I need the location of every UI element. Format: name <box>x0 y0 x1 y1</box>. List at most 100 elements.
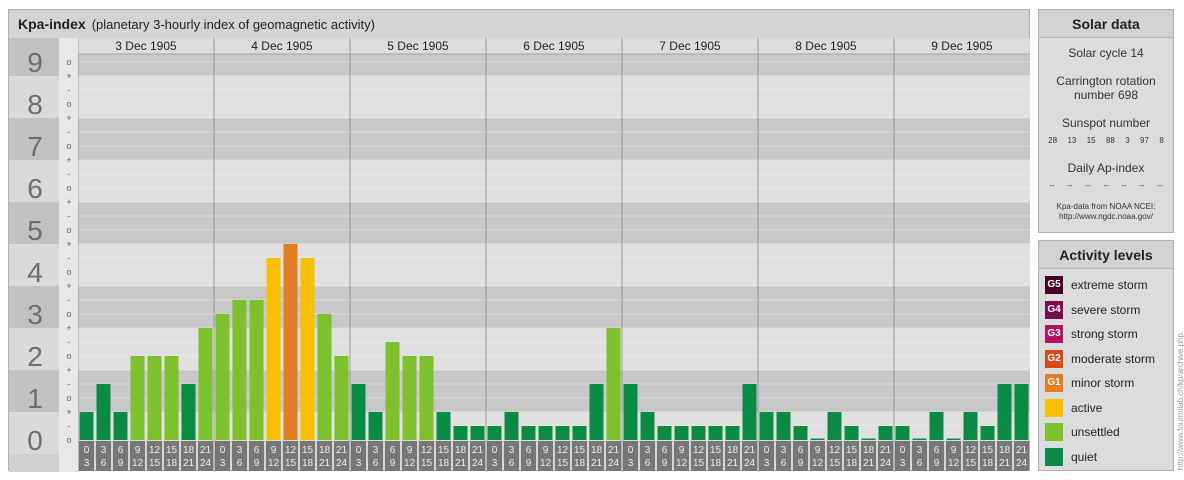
slot-end-label: 9 <box>798 458 804 469</box>
slot-end-label: 15 <box>829 458 841 469</box>
ap-values: -- -- -- -- -- -- -- <box>1039 181 1173 190</box>
kp-bar <box>538 426 553 440</box>
slot-start-label: 3 <box>509 445 515 456</box>
source-text: Kpa-data from NOAA NCEI: <box>1056 202 1156 211</box>
y-subtick: - <box>68 337 71 347</box>
y-subtick: + <box>66 71 71 81</box>
slot-start-label: 18 <box>319 445 331 456</box>
level-label: unsettled <box>1071 425 1120 440</box>
slot-end-label: 6 <box>781 458 787 469</box>
slot-start-label: 18 <box>591 445 603 456</box>
kp-bar <box>130 356 145 440</box>
ap-value-0: -- <box>1049 181 1055 190</box>
y-subtick: - <box>68 379 71 389</box>
sunspot-label: Sunspot number <box>1061 116 1151 130</box>
kp-bar <box>674 426 689 440</box>
slot-start-label: 9 <box>271 445 277 456</box>
kp-bar <box>368 411 383 440</box>
slot-end-label: 9 <box>254 458 260 469</box>
band-level-8 <box>78 75 1030 118</box>
slot-end-label: 18 <box>846 458 858 469</box>
y-subtick: - <box>68 295 71 305</box>
kp-bar <box>521 426 536 440</box>
level-swatch: G4 <box>1045 300 1063 319</box>
level-label: severe storm <box>1071 302 1141 317</box>
slot-start-label: 6 <box>390 445 396 456</box>
slot-end-label: 21 <box>999 458 1011 469</box>
slot-end-label: 6 <box>237 458 243 469</box>
kp-bar <box>946 438 961 440</box>
source-link[interactable]: http://www.ngdc.noaa.gov/ <box>1039 212 1173 222</box>
kp-bar <box>606 327 621 440</box>
slot-end-label: 3 <box>84 458 90 469</box>
slot-end-label: 21 <box>319 458 331 469</box>
slot-end-label: 12 <box>676 458 688 469</box>
slot-end-label: 15 <box>149 458 161 469</box>
y-tick-label: 1 <box>27 383 43 414</box>
chart-title-main: Kpa-index <box>18 16 86 32</box>
y-subtick: - <box>68 85 71 95</box>
solar-data-panel: Solar data Solar cycle 14 Carrington rot… <box>1038 9 1174 233</box>
y-subtick: o <box>66 57 71 67</box>
chart-title: Kpa-index (planetary 3-hourly index of ge… <box>18 16 375 32</box>
slot-end-label: 15 <box>693 458 705 469</box>
slot-start-label: 6 <box>254 445 260 456</box>
activity-levels-list: G5 extreme storm G4 severe storm G3 strong st… <box>1039 269 1173 469</box>
slot-start-label: 21 <box>472 445 484 456</box>
slot-end-label: 24 <box>336 458 348 469</box>
y-subtick: + <box>66 239 71 249</box>
ap-value-2: -- <box>1085 181 1091 190</box>
ap-label: Daily Ap-index <box>1067 161 1145 175</box>
slot-end-label: 18 <box>438 458 450 469</box>
y-subtick: + <box>66 407 71 417</box>
level-item-5: active <box>1039 396 1173 421</box>
kp-bar <box>572 426 587 440</box>
y-subtick: + <box>66 323 71 333</box>
kp-bar <box>232 300 247 440</box>
slot-end-label: 21 <box>727 458 739 469</box>
slot-start-label: 3 <box>917 445 923 456</box>
kp-bar <box>912 438 927 440</box>
y-subtick: + <box>66 365 71 375</box>
slot-start-label: 6 <box>934 445 940 456</box>
y-subtick: + <box>66 113 71 123</box>
ap-value-6: -- <box>1157 181 1163 190</box>
level-swatch <box>1045 423 1063 442</box>
slot-end-label: 9 <box>118 458 124 469</box>
level-item-6: unsettled <box>1039 420 1173 445</box>
slot-end-label: 3 <box>492 458 498 469</box>
slot-start-label: 15 <box>166 445 178 456</box>
y-tick-label: 8 <box>27 89 43 120</box>
day-label: 6 Dec 1905 <box>523 39 585 53</box>
chart-subtitle: (planetary 3-hourly index of geomagnetic… <box>91 17 375 32</box>
kp-bar <box>589 384 604 440</box>
y-subtick: + <box>66 281 71 291</box>
slot-start-label: 6 <box>118 445 124 456</box>
y-tick-label: 5 <box>27 215 43 246</box>
slot-end-label: 9 <box>662 458 668 469</box>
slot-start-label: 12 <box>149 445 161 456</box>
kp-bar <box>793 426 808 440</box>
slot-start-label: 18 <box>999 445 1011 456</box>
slot-end-label: 18 <box>710 458 722 469</box>
kp-bar <box>1014 384 1029 440</box>
slot-start-label: 21 <box>200 445 212 456</box>
day-label: 4 Dec 1905 <box>251 39 313 53</box>
slot-end-label: 18 <box>166 458 178 469</box>
slot-end-label: 15 <box>421 458 433 469</box>
slot-start-label: 6 <box>798 445 804 456</box>
slot-end-label: 6 <box>101 458 107 469</box>
slot-end-label: 3 <box>764 458 770 469</box>
y-subtick: o <box>66 183 71 193</box>
slot-start-label: 3 <box>781 445 787 456</box>
level-item-3: G2 moderate storm <box>1039 347 1173 372</box>
slot-end-label: 3 <box>220 458 226 469</box>
slot-start-label: 12 <box>965 445 977 456</box>
slot-end-label: 24 <box>880 458 892 469</box>
kp-bar <box>810 438 825 440</box>
level-label: minor storm <box>1071 376 1135 391</box>
y-subtick: + <box>66 197 71 207</box>
y-subtick: o <box>66 309 71 319</box>
level-label: active <box>1071 400 1103 415</box>
slot-start-label: 21 <box>608 445 620 456</box>
